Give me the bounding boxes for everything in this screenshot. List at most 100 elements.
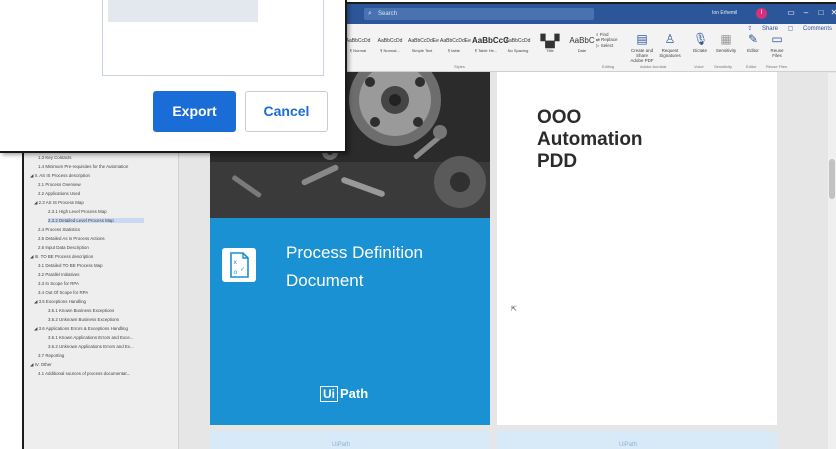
- nav-heading[interactable]: 4.1 Additional sources of process docume…: [38, 371, 130, 376]
- logo-ui: Ui: [320, 386, 338, 402]
- style-table[interactable]: AaBbCcDdEe ¶ table: [440, 34, 471, 60]
- nav-heading[interactable]: 3.5.1 Known Business Exceptions: [48, 308, 114, 313]
- nav-heading[interactable]: 3.6.1 Known Applications Errors and Exce…: [48, 335, 133, 340]
- nav-heading[interactable]: 2.2 Applications Used: [38, 191, 80, 196]
- nav-heading[interactable]: 3.3 In Scope for RPA: [38, 281, 79, 286]
- nav-heading-label: IV. Other: [34, 362, 52, 367]
- preview-area: [108, 0, 258, 22]
- style-sample: AaBbCcC: [472, 36, 509, 45]
- nav-heading[interactable]: 1.3 Key Contacts: [38, 155, 71, 160]
- cover-title: Process Definition: [286, 243, 424, 262]
- style-name: No Spacing: [507, 48, 529, 53]
- mini-logo: UiPath: [619, 442, 638, 448]
- nav-heading[interactable]: ◢ 3.5 Exceptions Handling: [34, 299, 86, 305]
- ribbon-display-options-icon[interactable]: ▭: [784, 8, 798, 17]
- group-label-editing: Editing: [602, 64, 615, 69]
- user-name: Ion Erhemil: [712, 10, 738, 16]
- style-simple-text[interactable]: AaBbCcDdEe Simple Text: [408, 34, 439, 60]
- nav-heading[interactable]: 3.2 Parallel Initiatives: [38, 272, 80, 277]
- pdf-icon: ▤: [636, 32, 648, 46]
- select-label: Select: [600, 43, 614, 48]
- sensitivity-icon: ▦: [720, 32, 732, 46]
- replace-label: Replace: [601, 37, 618, 42]
- maximize-icon[interactable]: □: [814, 8, 828, 17]
- preview-frame: [102, 0, 324, 76]
- style-no-spacing[interactable]: AaBbCcDd No Spacing: [504, 34, 532, 60]
- sensitivity-button[interactable]: ▦ Sensitivity: [714, 32, 738, 53]
- dictate-label: Dictate: [692, 48, 707, 53]
- nav-heading[interactable]: ◢ 3.6 Applications Errors & Exceptions H…: [34, 326, 128, 332]
- nav-heading[interactable]: 3.7 Reporting: [38, 353, 64, 358]
- style-sample: AaBbC: [569, 36, 595, 45]
- group-label-editor: Editor: [746, 64, 757, 69]
- style-name: Date: [577, 48, 587, 53]
- editor-button[interactable]: ✎ Editor: [744, 32, 762, 53]
- style-name: Title: [546, 48, 554, 53]
- document-title: OOO Automation PDD: [537, 107, 643, 173]
- group-label-adobe: Adobe Acrobat: [640, 64, 667, 69]
- nav-heading[interactable]: 2.5 Detailed As Is Process Actions: [38, 236, 105, 241]
- style-name: Simple Text: [411, 48, 433, 53]
- uipath-logo: Ui Path: [320, 386, 368, 402]
- request-signatures-label: Request Signatures: [659, 48, 681, 58]
- reuse-files-icon: ▭: [771, 32, 783, 46]
- style-table-heading[interactable]: AaBbCcC ¶ Table He...: [472, 34, 509, 60]
- nav-heading[interactable]: 2.1 Process Overview: [38, 182, 81, 187]
- select-button[interactable]: ▷ Select: [596, 43, 618, 49]
- style-sample: AaBbCcDdEe: [408, 38, 439, 44]
- search-placeholder: Search: [378, 11, 398, 17]
- style-sample: AaBbCcDdEe: [440, 38, 471, 44]
- nav-heading-label: 2.3 AS IS Process Map: [38, 200, 84, 205]
- style-normal[interactable]: AaBbCcDd ¶ Normal: [344, 34, 372, 60]
- reuse-files-button[interactable]: ▭ Reuse Files: [766, 32, 788, 58]
- export-dialog: Export Cancel: [0, 0, 347, 153]
- comments-button[interactable]: ▢ Comments: [788, 26, 832, 32]
- nav-heading[interactable]: 3.6.2 Unknown Applications Errors and Ex…: [48, 344, 134, 349]
- screen: ⌕ Search Ion Erhemil I ▭ – □ ✕ ⇪ Share ▢…: [0, 0, 836, 449]
- nav-heading[interactable]: ◢ II. AS IS Process description: [30, 173, 90, 179]
- style-normal-2[interactable]: AaBbCcDd ¶ Normal...: [376, 34, 404, 60]
- create-pdf-button[interactable]: ▤ Create and Share Adobe PDF: [629, 32, 655, 63]
- minimize-icon[interactable]: –: [799, 8, 813, 17]
- style-name: ¶ Normal...: [380, 48, 400, 53]
- nav-heading[interactable]: 2.4 Process Statistics: [38, 227, 80, 232]
- style-sample: AaBbCcDd: [377, 38, 403, 44]
- vertical-scrollbar[interactable]: [828, 73, 836, 449]
- cover-subtitle: Document: [286, 271, 364, 290]
- nav-heading[interactable]: ◢ III. TO BE Process description: [30, 254, 93, 260]
- dictate-button[interactable]: 🎙 Dictate: [690, 32, 710, 53]
- nav-heading[interactable]: ◢ IV. Other: [30, 362, 52, 368]
- group-label-reuse: Reuse Files: [766, 64, 788, 69]
- avatar[interactable]: I: [756, 8, 767, 19]
- sensitivity-label: Sensitivity: [715, 48, 737, 53]
- nav-heading[interactable]: 2.6 Input Data Description: [38, 245, 89, 250]
- nav-heading[interactable]: 1.4 Minimum Pre-requisites for the Autom…: [38, 164, 128, 169]
- styles-gallery: AaBbCcDd ¶ Normal AaBbCcDd ¶ Normal... AaB…: [344, 34, 596, 60]
- comments-label: Comments: [802, 26, 832, 32]
- svg-text:x: x: [234, 259, 238, 266]
- export-button[interactable]: Export: [153, 91, 236, 132]
- title-line: Automation: [537, 129, 643, 150]
- request-signatures-button[interactable]: ♙ Request Signatures: [658, 32, 682, 58]
- nav-heading[interactable]: 3.4 Out Of Scope for RPA: [38, 290, 88, 295]
- editor-pen-icon: ✎: [747, 32, 759, 46]
- share-row: ⇪ Share ▢ Comments: [739, 25, 832, 32]
- svg-text:✓: ✓: [240, 266, 245, 273]
- scrollbar-thumb[interactable]: [829, 159, 835, 199]
- svg-text:o: o: [234, 269, 238, 276]
- nav-heading[interactable]: 3.5.2 Unknown Business Exceptions: [48, 317, 119, 322]
- nav-heading[interactable]: 3.1 Detailed TO BE Process Map: [38, 263, 103, 268]
- nav-heading[interactable]: 2.3.1 High Level Process Map: [48, 209, 107, 214]
- style-title[interactable]: ▚▞ Title: [536, 34, 564, 60]
- close-icon[interactable]: ✕: [827, 8, 836, 17]
- cancel-button[interactable]: Cancel: [245, 91, 328, 132]
- nav-heading[interactable]: ◢ 2.3 AS IS Process Map: [34, 200, 84, 206]
- nav-heading-label: III. TO BE Process description: [34, 254, 94, 259]
- title-page: OOO Automation PDD ⇱: [497, 72, 777, 425]
- nav-heading-selected[interactable]: 2.3.2 Detailed Level Process Map: [48, 218, 144, 223]
- search-input[interactable]: ⌕ Search: [364, 8, 594, 20]
- style-date[interactable]: AaBbC Date: [568, 34, 596, 60]
- group-label-styles: Styles: [454, 64, 465, 69]
- logo-path: Path: [340, 386, 369, 401]
- nav-heading-label: II. AS IS Process description: [34, 173, 91, 178]
